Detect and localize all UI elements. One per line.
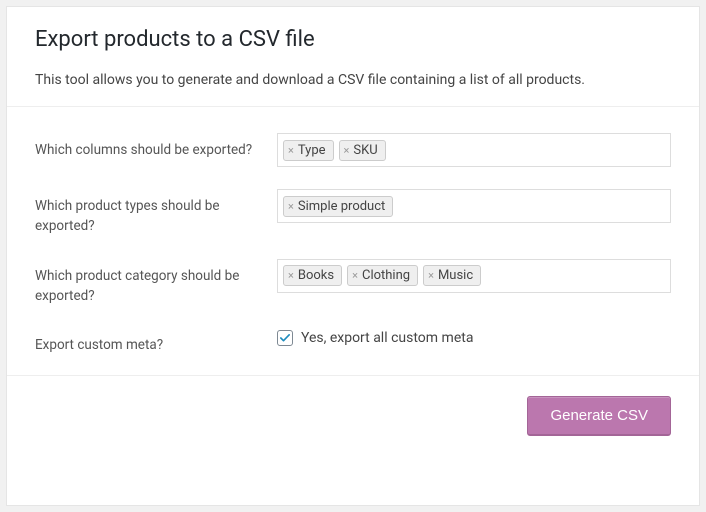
- tag-label: Books: [298, 268, 334, 283]
- product-types-input[interactable]: × Simple product: [277, 189, 671, 223]
- tag-label: Simple product: [298, 199, 385, 214]
- custom-meta-checkbox-label: Yes, export all custom meta: [301, 330, 473, 346]
- tag-label: Type: [298, 143, 326, 158]
- close-icon[interactable]: ×: [288, 145, 294, 156]
- tag: × Simple product: [283, 196, 393, 217]
- product-category-row: Which product category should be exporte…: [35, 259, 671, 307]
- generate-csv-button[interactable]: Generate CSV: [527, 396, 671, 436]
- panel-header: Export products to a CSV file This tool …: [7, 7, 699, 106]
- product-category-label: Which product category should be exporte…: [35, 259, 267, 307]
- panel-footer: Generate CSV: [7, 376, 699, 456]
- export-form: Which columns should be exported? ×Type×…: [7, 106, 699, 376]
- custom-meta-row: Export custom meta? Yes, export all cust…: [35, 328, 671, 355]
- columns-input[interactable]: ×Type×SKU: [277, 133, 671, 167]
- export-panel: Export products to a CSV file This tool …: [6, 6, 700, 506]
- custom-meta-checkbox[interactable]: [277, 330, 293, 346]
- check-icon: [280, 333, 290, 343]
- tag-label: Music: [438, 268, 473, 283]
- product-category-input[interactable]: × Books × Clothing × Music: [277, 259, 671, 293]
- close-icon[interactable]: ×: [288, 201, 294, 212]
- page-description: This tool allows you to generate and dow…: [35, 72, 671, 88]
- columns-row: Which columns should be exported? ×Type×…: [35, 133, 671, 167]
- columns-label: Which columns should be exported?: [35, 133, 267, 160]
- page-title: Export products to a CSV file: [35, 27, 671, 52]
- product-types-label: Which product types should be exported?: [35, 189, 267, 237]
- close-icon[interactable]: ×: [288, 270, 294, 281]
- tag-label: Clothing: [362, 268, 410, 283]
- tag: × Type: [283, 140, 334, 161]
- tag: × Music: [423, 265, 481, 286]
- product-types-row: Which product types should be exported? …: [35, 189, 671, 237]
- close-icon[interactable]: ×: [344, 145, 350, 156]
- custom-meta-checkbox-row: Yes, export all custom meta: [277, 328, 671, 346]
- custom-meta-label: Export custom meta?: [35, 328, 267, 355]
- tag: ×SKU: [339, 140, 386, 161]
- close-icon[interactable]: ×: [352, 270, 358, 281]
- tag: × Clothing: [347, 265, 418, 286]
- tag-label: SKU: [353, 143, 377, 158]
- close-icon[interactable]: ×: [428, 270, 434, 281]
- tag: × Books: [283, 265, 342, 286]
